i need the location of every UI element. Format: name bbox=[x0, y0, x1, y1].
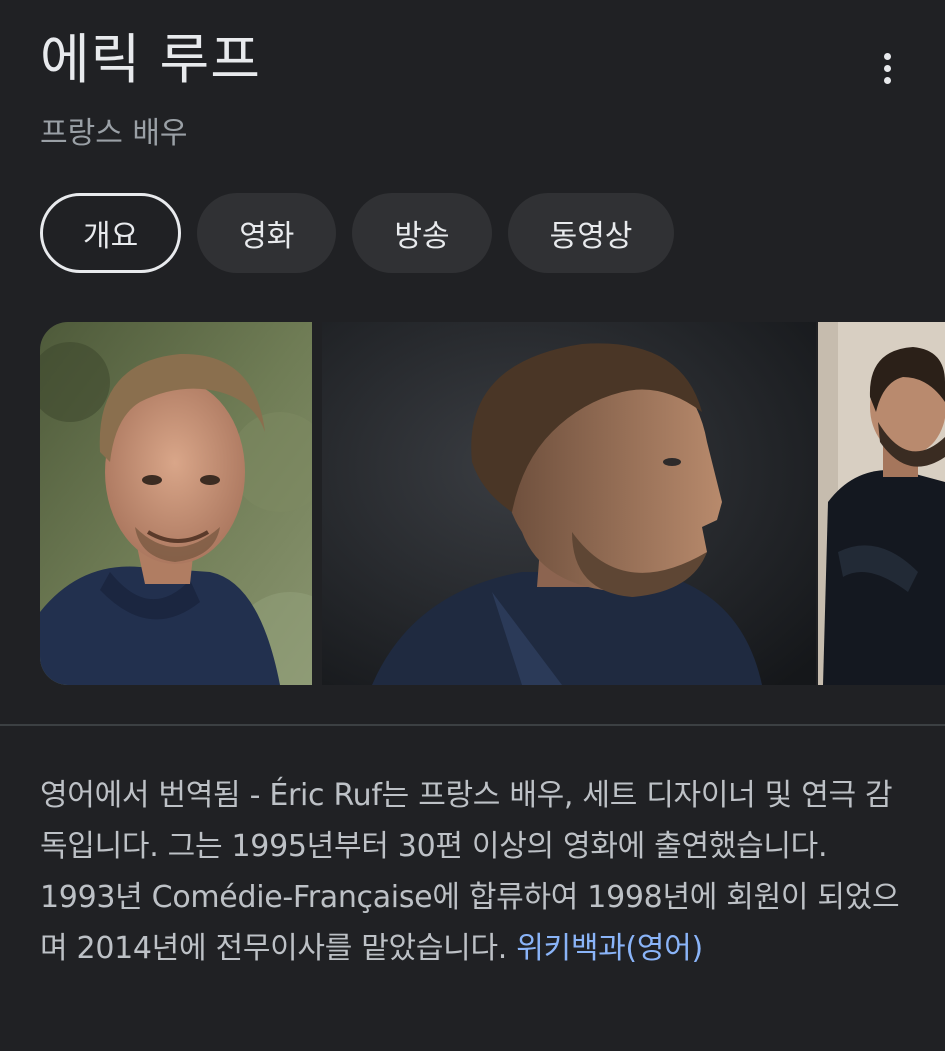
portrait-image-3[interactable] bbox=[818, 322, 945, 685]
section-divider bbox=[0, 724, 945, 726]
page-subtitle: 프랑스 배우 bbox=[40, 116, 188, 151]
description-text: 영어에서 번역됨 - Éric Ruf는 프랑스 배우, 세트 디자이너 및 연… bbox=[40, 778, 900, 966]
tab-movies[interactable]: 영화 bbox=[197, 193, 337, 273]
portrait-image-1[interactable] bbox=[40, 322, 312, 685]
more-vert-icon bbox=[883, 52, 891, 60]
more-options-button[interactable] bbox=[870, 48, 904, 88]
portrait-image-2[interactable] bbox=[322, 322, 816, 685]
description-block: 영어에서 번역됨 - Éric Ruf는 프랑스 배우, 세트 디자이너 및 연… bbox=[40, 770, 900, 974]
wikipedia-link[interactable]: 위키백과(영어) bbox=[516, 931, 703, 966]
tab-videos[interactable]: 동영상 bbox=[507, 193, 675, 273]
page-title: 에릭 루프 bbox=[40, 28, 261, 91]
tab-bar: 개요 영화 방송 동영상 bbox=[40, 193, 675, 273]
tab-tv[interactable]: 방송 bbox=[352, 193, 492, 273]
tab-overview[interactable]: 개요 bbox=[40, 193, 182, 273]
image-carousel bbox=[40, 322, 945, 685]
